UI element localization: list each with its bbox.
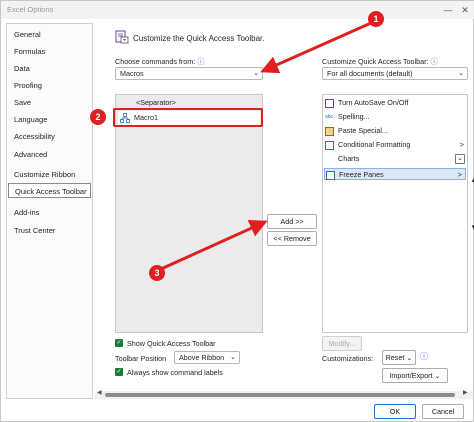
- annotation-arrows: [160, 21, 372, 271]
- arrow-to-commands-dropdown: [260, 21, 372, 74]
- arrow-to-add-button: [160, 219, 268, 271]
- callout-1: 1: [368, 11, 384, 27]
- callout-3: 3: [149, 265, 165, 281]
- callout-2: 2: [90, 109, 106, 125]
- excel-options-dialog: Excel Options — ✕ General Formulas Data …: [0, 0, 474, 422]
